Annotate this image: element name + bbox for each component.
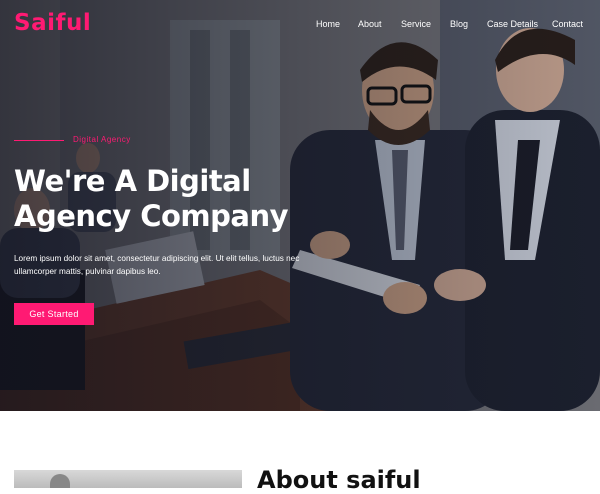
nav-item-contact[interactable]: Contact — [552, 19, 583, 29]
nav-item-service[interactable]: Service — [401, 19, 431, 29]
hero-description-line1: Lorem ipsum dolor sit amet, consectetur … — [14, 254, 300, 263]
about-title: About saiful — [257, 466, 421, 494]
kicker-divider — [14, 140, 64, 141]
hero-kicker: Digital Agency — [73, 135, 131, 144]
nav-item-blog[interactable]: Blog — [450, 19, 468, 29]
get-started-button[interactable]: Get Started — [14, 303, 94, 325]
main-navigation: Home About Service Blog Case Details Con… — [0, 19, 600, 33]
about-image — [14, 470, 242, 488]
hero-headline-line1: We're A Digital — [14, 164, 251, 198]
nav-item-case-details[interactable]: Case Details — [487, 19, 538, 29]
hero-description-line2: ullamcorper mattis, pulvinar dapibus leo… — [14, 267, 161, 276]
about-image-figure — [50, 474, 70, 488]
hero-headline: We're A Digital Agency Company — [14, 164, 289, 234]
hero-headline-line2: Agency Company — [14, 199, 289, 233]
hero-section: Saiful Home About Service Blog Case Deta… — [0, 0, 600, 411]
nav-item-home[interactable]: Home — [316, 19, 340, 29]
hero-description: Lorem ipsum dolor sit amet, consectetur … — [14, 252, 314, 278]
nav-item-about[interactable]: About — [358, 19, 382, 29]
